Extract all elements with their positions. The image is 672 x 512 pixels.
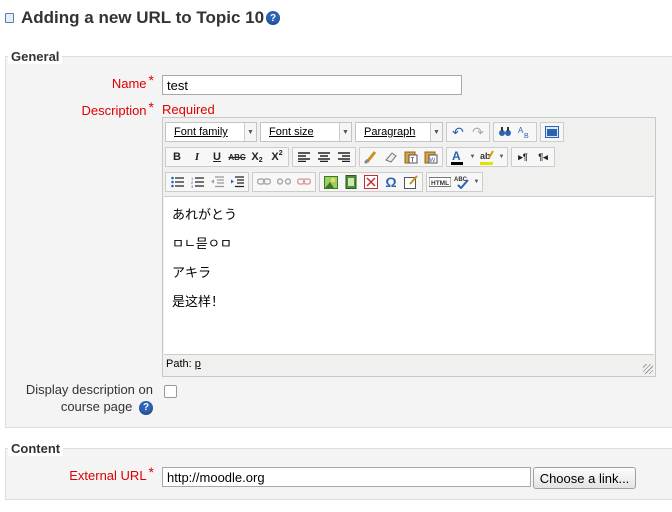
help-icon[interactable]: ? [266, 11, 281, 25]
fullscreen-group [540, 122, 564, 142]
subscript-icon[interactable]: X2 [247, 148, 267, 166]
color-group: A ▼ ab ▼ [446, 147, 508, 167]
rtl-icon[interactable]: ¶◂ [533, 148, 553, 166]
format-select[interactable]: Paragraph ▼ [355, 122, 443, 142]
clean-up-brush-icon[interactable] [361, 148, 381, 166]
svg-text:HTML: HTML [431, 180, 449, 187]
align-left-icon[interactable] [294, 148, 314, 166]
paste-word-icon[interactable]: W [421, 148, 441, 166]
content-legend: Content [8, 441, 64, 456]
insert-media-icon[interactable] [341, 173, 361, 191]
editor-toolbar-row-3: 123 Ω HTML ABC ▼ [165, 170, 486, 194]
insert-emoticon-icon[interactable] [361, 173, 381, 191]
find-icon[interactable] [495, 123, 515, 141]
paste-text-icon[interactable]: T [401, 148, 421, 166]
eraser-icon[interactable] [381, 148, 401, 166]
help-icon[interactable]: ? [139, 400, 153, 415]
editor-content-area[interactable]: あれがとう ㅁㄴ믇ㅇㅁ アキラ 是这样！ [164, 196, 654, 355]
page-title: Adding a new URL to Topic 10 ? [5, 8, 281, 28]
source-group: HTML ABC ▼ [426, 172, 483, 192]
page-title-text: Adding a new URL to Topic 10 [21, 8, 265, 27]
html-source-icon[interactable]: HTML [428, 173, 452, 191]
strikethrough-icon[interactable]: ABC [227, 148, 247, 166]
dropdown-arrow-icon: ▼ [339, 123, 351, 141]
name-input[interactable] [162, 75, 462, 95]
svg-text:T: T [411, 158, 415, 164]
content-line-1: あれがとう [172, 207, 238, 222]
general-legend: General [8, 49, 63, 64]
ltr-icon[interactable]: ▸¶ [513, 148, 533, 166]
italic-icon[interactable]: I [187, 148, 207, 166]
replace-icon[interactable]: AB [515, 123, 535, 141]
description-label: Description * [81, 99, 154, 118]
unlink-icon[interactable] [274, 173, 294, 191]
align-group [292, 147, 356, 167]
search-group: AB [493, 122, 537, 142]
direction-group: ▸¶ ¶◂ [511, 147, 555, 167]
insert-group: Ω [319, 172, 423, 192]
text-color-icon[interactable]: A [448, 148, 468, 166]
dropdown-arrow-icon: ▼ [430, 123, 442, 141]
editor-toolbar-row-2: B I U ABC X2 X2 T W A ▼ ab ▼ ▸¶ ¶◂ [165, 145, 558, 169]
content-line-2: ㅁㄴ믇ㅇㅁ [172, 236, 232, 251]
editor-toolbar-row-1: Font family ▼ Font size ▼ Paragraph ▼ ↶ ↷ A… [165, 120, 567, 144]
clean-group: T W [359, 147, 443, 167]
moodle-nolink-icon[interactable] [294, 173, 314, 191]
outdent-icon[interactable] [207, 173, 227, 191]
dropdown-arrow-icon: ▼ [244, 123, 256, 141]
bullet-list-icon[interactable] [167, 173, 187, 191]
svg-text:A: A [452, 149, 461, 163]
font-family-select[interactable]: Font family ▼ [165, 122, 257, 142]
underline-icon[interactable]: U [207, 148, 227, 166]
editor-status-path: Path: p [166, 358, 201, 370]
required-warning: Required [162, 102, 215, 117]
choose-link-button[interactable]: Choose a link... [533, 467, 636, 489]
special-char-icon[interactable]: Ω [381, 173, 401, 191]
list-group: 123 [165, 172, 249, 192]
highlight-color-icon[interactable]: ab [477, 148, 497, 166]
superscript-icon[interactable]: X2 [267, 148, 287, 166]
bold-icon[interactable]: B [167, 148, 187, 166]
text-style-group: B I U ABC X2 X2 [165, 147, 289, 167]
description-editor: Font family ▼ Font size ▼ Paragraph ▼ ↶ ↷ A… [162, 117, 656, 377]
indent-icon[interactable] [227, 173, 247, 191]
redo-icon[interactable]: ↷ [468, 123, 488, 141]
history-group: ↶ ↷ [446, 122, 490, 142]
align-right-icon[interactable] [334, 148, 354, 166]
undo-icon[interactable]: ↶ [448, 123, 468, 141]
numbered-list-icon[interactable]: 123 [187, 173, 207, 191]
name-label: Name * [111, 72, 154, 91]
align-center-icon[interactable] [314, 148, 334, 166]
svg-text:3: 3 [191, 184, 194, 188]
spellcheck-dropdown-icon[interactable]: ▼ [472, 173, 481, 191]
font-size-select[interactable]: Font size ▼ [260, 122, 352, 142]
external-url-label: External URL * [69, 464, 154, 483]
svg-text:B: B [524, 133, 529, 139]
display-description-label: Display description on course page ? [25, 382, 153, 415]
insert-image-icon[interactable] [321, 173, 341, 191]
content-line-4: 是这样！ [172, 294, 225, 309]
url-module-icon [5, 11, 15, 25]
svg-text:W: W [430, 158, 436, 164]
link-icon[interactable] [254, 173, 274, 191]
path-element-link[interactable]: p [195, 358, 201, 370]
spellcheck-icon[interactable]: ABC [452, 173, 472, 191]
fullscreen-icon[interactable] [542, 123, 562, 141]
display-description-checkbox[interactable] [164, 385, 177, 398]
highlight-dropdown-icon[interactable]: ▼ [497, 148, 506, 166]
link-group [252, 172, 316, 192]
resize-handle-icon[interactable] [643, 364, 653, 374]
edit-note-icon[interactable] [401, 173, 421, 191]
text-color-dropdown-icon[interactable]: ▼ [468, 148, 477, 166]
content-line-3: アキラ [172, 265, 212, 280]
external-url-input[interactable] [162, 467, 531, 487]
